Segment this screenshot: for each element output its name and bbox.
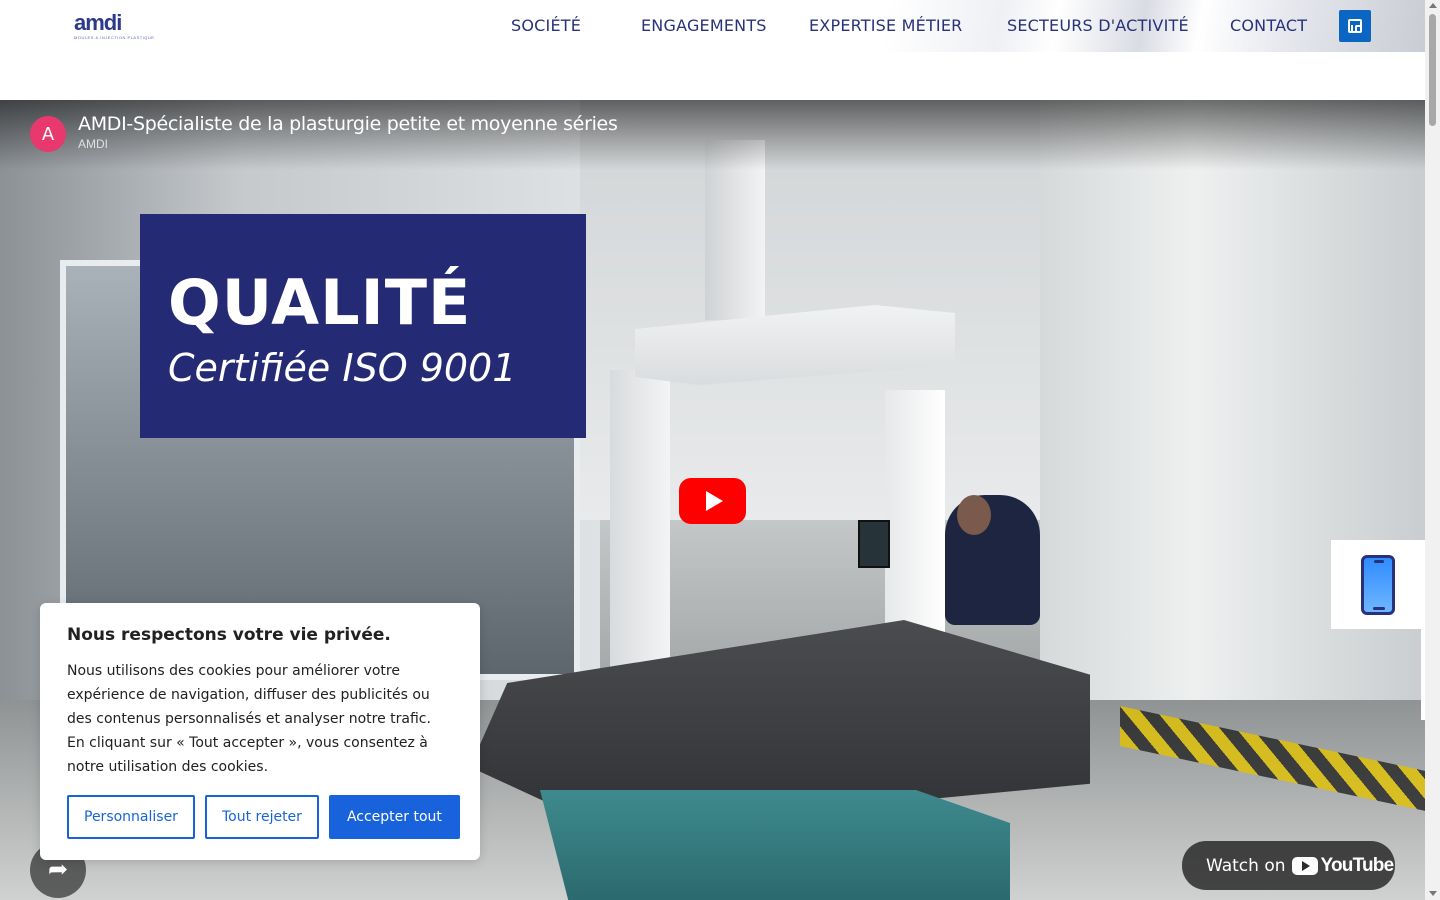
channel-avatar[interactable]: A [30,116,66,152]
phone-contact-widget[interactable] [1331,540,1425,629]
quality-subline: Certifiée ISO 9001 [168,346,517,390]
customize-cookies-button[interactable]: Personnaliser [67,795,195,839]
nav-secteurs-activite[interactable]: SECTEURS D'ACTIVITÉ [1007,16,1189,35]
reject-all-button[interactable]: Tout rejeter [204,795,319,839]
nav-contact[interactable]: CONTACT [1230,16,1307,35]
linkedin-button[interactable] [1339,10,1371,42]
video-scene-machine-base [540,790,1010,900]
video-title[interactable]: AMDI-Spécialiste de la plasturgie petite… [78,113,618,135]
nav-engagements[interactable]: ENGAGEMENTS [641,16,767,35]
video-scene-curtain [1040,100,1425,800]
scrollbar-thumb[interactable] [1429,14,1436,126]
cookie-consent-banner: Nous respectons votre vie privée. Nous u… [40,603,480,860]
amdi-logo[interactable]: amdi MOULES & INJECTION PLASTIQUE [74,10,155,42]
nav-societe[interactable]: SOCIÉTÉ [511,16,581,35]
nav-expertise-metier[interactable]: EXPERTISE MÉTIER [809,16,962,35]
quality-overlay-card: QUALITÉ Certifiée ISO 9001 [140,214,586,438]
youtube-icon [1291,856,1318,875]
cookie-description: Nous utilisons des cookies pour améliore… [67,663,431,775]
smartphone-icon [1361,554,1395,615]
video-scene-monitor [858,520,890,568]
cookie-title: Nous respectons votre vie privée. [67,625,391,645]
site-header: amdi MOULES & INJECTION PLASTIQUE SOCIÉT… [0,0,1425,52]
linkedin-icon [1348,19,1362,33]
quality-headline: QUALITÉ [168,266,472,339]
video-channel-name[interactable]: AMDI [78,137,108,151]
cookie-button-row: Personnaliser Tout rejeter Accepter tout [67,795,460,839]
logo-wordmark: amdi [74,10,122,35]
play-button[interactable] [679,478,746,524]
watch-on-youtube-button[interactable]: Watch on YouTube [1182,841,1395,890]
watch-on-label: Watch on [1206,855,1286,876]
page-scrollbar[interactable] [1425,0,1440,900]
youtube-wordmark: YouTube [1320,854,1395,876]
accept-all-button[interactable]: Accepter tout [328,795,460,839]
play-icon [706,491,723,511]
video-scene-operator-head [957,495,991,535]
scroll-down-icon[interactable] [1429,891,1437,896]
scroll-up-icon[interactable] [1429,3,1437,8]
logo-tagline: MOULES & INJECTION PLASTIQUE [74,35,155,40]
video-title-bar [0,100,1425,170]
share-icon: ➦ [47,856,69,883]
